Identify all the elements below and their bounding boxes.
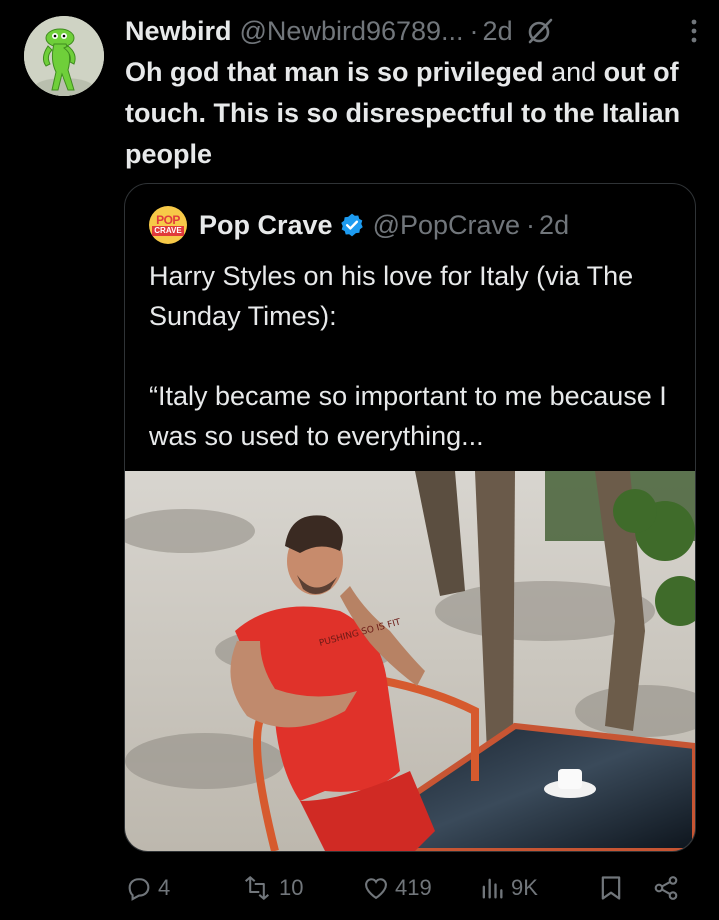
quoted-author-name[interactable]: Pop Crave [199, 210, 333, 241]
separator-dot: · [526, 209, 536, 240]
quoted-post-time: 2d [539, 209, 570, 240]
author-avatar[interactable] [24, 16, 104, 96]
post-actions-bar: 4 10 419 9K [0, 860, 719, 916]
quoted-post-text: Harry Styles on his love for Italy (via … [149, 256, 674, 456]
like-button[interactable]: 419 [362, 860, 432, 916]
reply-count: 4 [158, 875, 171, 900]
repost-icon [244, 876, 270, 900]
quoted-text-line: Harry Styles on his love for Italy (via … [149, 261, 634, 331]
view-count: 9K [511, 875, 538, 900]
reply-button[interactable]: 4 [125, 860, 170, 916]
author-name[interactable]: Newbird [125, 16, 232, 47]
bookmark-button[interactable] [598, 860, 624, 916]
views-button[interactable]: 9K [478, 860, 538, 916]
more-options-icon[interactable] [689, 18, 699, 44]
quoted-author-avatar[interactable]: POP CRAVE [149, 206, 187, 244]
heart-icon [365, 878, 387, 900]
bookmark-icon [601, 876, 621, 900]
quoted-author-handle[interactable]: @PopCrave [373, 210, 520, 241]
post-text: Oh god that man is so privileged and out… [125, 52, 700, 175]
post-text-part: Oh god that man is so privileged [125, 57, 552, 87]
quoted-post[interactable]: POP CRAVE Pop Crave @PopCrave · 2d Harry… [124, 183, 696, 852]
avatar-logo-subtext: CRAVE [152, 226, 184, 236]
quoted-text-line: “Italy became so important to me because… [149, 381, 667, 451]
reply-icon [128, 878, 150, 901]
author-handle[interactable]: @Newbird96789... [240, 16, 464, 47]
post-text-part: and [551, 57, 604, 87]
post-photo[interactable]: PUSHING SO IS FIT [125, 471, 695, 851]
repost-button[interactable]: 10 [240, 860, 303, 916]
grok-icon[interactable] [525, 16, 555, 46]
analytics-icon [482, 878, 503, 899]
separator-dot: · [469, 15, 479, 46]
share-button[interactable] [652, 860, 680, 916]
like-count: 419 [395, 875, 432, 900]
quoted-post-header: POP CRAVE Pop Crave @PopCrave · 2d [149, 206, 570, 244]
post-header: Newbird @Newbird96789... · 2d [125, 12, 699, 50]
verified-badge-icon [339, 212, 365, 238]
avatar-logo-text: POP [156, 213, 180, 227]
repost-count: 10 [279, 875, 304, 900]
post-time[interactable]: 2d [483, 16, 513, 47]
share-icon [654, 876, 678, 900]
